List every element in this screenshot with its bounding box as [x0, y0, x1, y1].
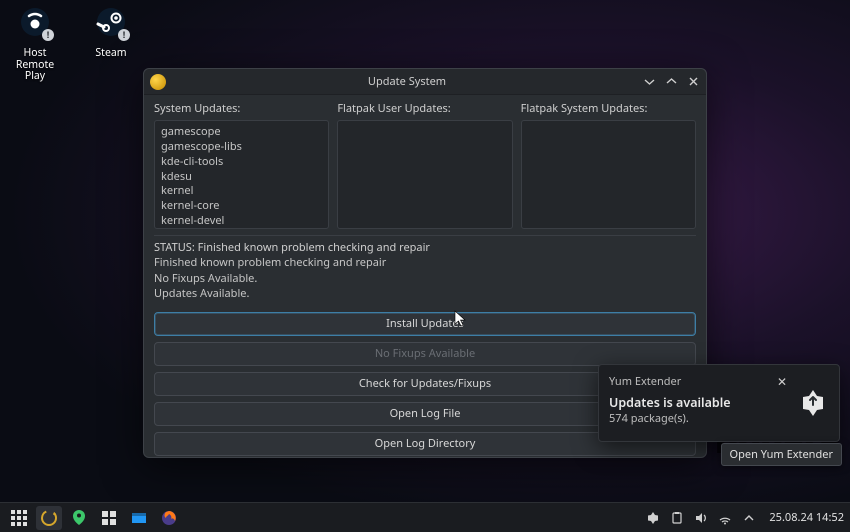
notification-close-button[interactable]: ✕	[777, 373, 787, 390]
tray-network-icon[interactable]	[717, 510, 733, 526]
minimize-button[interactable]	[642, 75, 656, 89]
system-tray: 25.08.24 14:52	[645, 510, 844, 526]
taskbar-clock[interactable]: 25.08.24 14:52	[769, 510, 844, 525]
window-title: Update System	[172, 74, 642, 89]
package-item[interactable]: kernel-devel	[161, 214, 322, 229]
package-item[interactable]: gamescope	[161, 125, 322, 140]
taskbar-overview[interactable]	[96, 506, 122, 530]
desktop-icon-label: Steam	[95, 48, 126, 60]
package-item[interactable]: kdesu	[161, 170, 322, 185]
notification-subtext: 574 package(s).	[609, 411, 787, 426]
flatpak-system-column: Flatpak System Updates:	[521, 101, 696, 229]
tray-clipboard-icon[interactable]	[669, 510, 685, 526]
system-updates-column: System Updates: gamescopegamescope-libsk…	[154, 101, 329, 229]
remote-play-icon: !	[15, 6, 55, 46]
notification-popup[interactable]: Yum Extender ✕ Updates is available 574 …	[598, 364, 840, 442]
status-detail: No Fixups Available.	[154, 271, 696, 286]
flatpak-system-list[interactable]	[521, 120, 696, 229]
maximize-button[interactable]	[664, 75, 678, 89]
app-launcher-button[interactable]	[6, 506, 32, 530]
taskbar-firefox[interactable]	[156, 506, 182, 530]
column-header: Flatpak User Updates:	[337, 101, 512, 116]
tray-update-icon[interactable]	[645, 510, 661, 526]
status-area: STATUS: Finished known problem checking …	[154, 235, 696, 302]
close-button[interactable]	[686, 75, 700, 89]
desktop-icon-steam[interactable]: ! Steam	[82, 6, 140, 83]
taskbar: 25.08.24 14:52	[0, 502, 850, 532]
flatpak-user-list[interactable]	[337, 120, 512, 229]
tray-audio-icon[interactable]	[693, 510, 709, 526]
column-header: System Updates:	[154, 101, 329, 116]
app-icon	[150, 74, 166, 90]
update-icon	[797, 387, 829, 419]
status-line: STATUS: Finished known problem checking …	[154, 240, 696, 255]
taskbar-file-manager[interactable]	[126, 506, 152, 530]
notification-tooltip: Open Yum Extender	[721, 443, 842, 466]
desktop: ! Host Remote Play ! Steam nobara Update…	[0, 0, 850, 502]
notification-app-name: Yum Extender	[609, 374, 681, 389]
desktop-icon-host-remote-play[interactable]: ! Host Remote Play	[6, 6, 64, 83]
taskbar-update-system[interactable]	[36, 506, 62, 530]
desktop-icon-label: Host Remote Play	[6, 48, 64, 83]
notification-message: Updates is available	[609, 394, 787, 411]
package-item[interactable]: kernel	[161, 184, 322, 199]
package-item[interactable]: gamescope-libs	[161, 140, 322, 155]
system-updates-list[interactable]: gamescopegamescope-libskde-cli-toolskdes…	[154, 120, 329, 229]
no-fixups-button: No Fixups Available	[154, 342, 696, 366]
package-item[interactable]: kernel-core	[161, 199, 322, 214]
flatpak-user-column: Flatpak User Updates:	[337, 101, 512, 229]
titlebar[interactable]: Update System	[144, 69, 706, 95]
desktop-icons: ! Host Remote Play ! Steam	[6, 6, 140, 83]
svg-text:!: !	[123, 28, 126, 41]
package-item[interactable]: kde-cli-tools	[161, 155, 322, 170]
status-detail: Updates Available.	[154, 286, 696, 301]
tray-chevron-up-icon[interactable]	[741, 510, 757, 526]
taskbar-nobara-welcome[interactable]	[66, 506, 92, 530]
steam-icon: !	[91, 6, 131, 46]
column-header: Flatpak System Updates:	[521, 101, 696, 116]
status-detail: Finished known problem checking and repa…	[154, 255, 696, 270]
svg-text:!: !	[47, 28, 50, 41]
install-updates-button[interactable]: Install Updates	[154, 312, 696, 336]
